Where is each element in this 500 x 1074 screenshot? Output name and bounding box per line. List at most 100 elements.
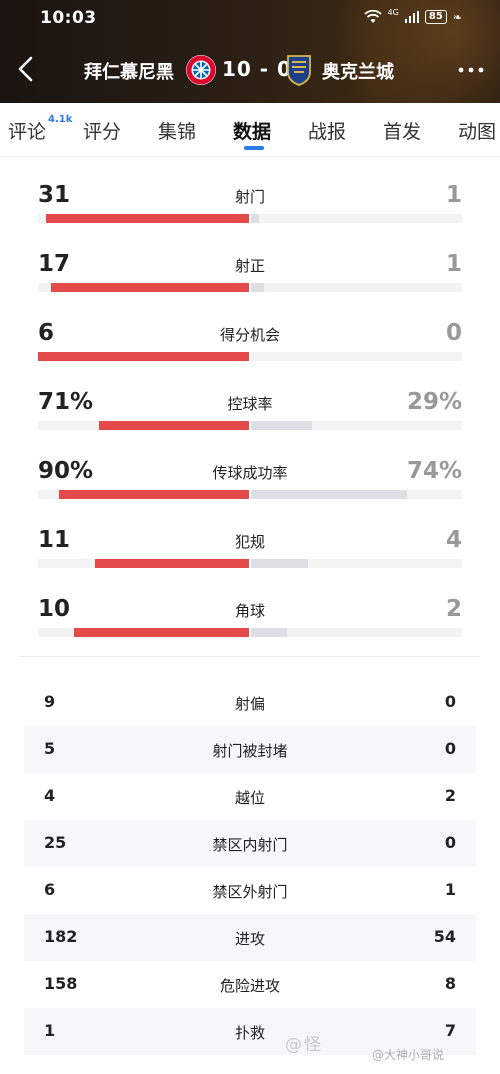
away-bar-track [251,559,462,568]
home-value: 6 [44,880,56,899]
home-bar [46,214,249,223]
away-bar-track [251,352,462,361]
stat-row-shots: 31 射门 1 [0,182,500,248]
stat-label: 射偏 [234,695,265,713]
status-bar: 10:03 4G 85 ❧ [0,0,500,38]
stat-label: 危险进攻 [219,977,280,995]
stat-row-pass-accuracy: 90% 传球成功率 74% [0,458,500,524]
stat-label: 进攻 [234,930,265,948]
home-team-name: 拜仁慕尼黑 [84,62,174,83]
tab-lineups[interactable]: 首发 [383,117,421,144]
stat-label: 越位 [234,789,265,807]
home-bar [73,628,249,637]
stat-label: 禁区内射门 [212,836,288,854]
stat-row-fouls: 11 犯规 4 [0,527,500,593]
home-value: 6 [38,320,55,346]
away-value: 2 [445,596,462,622]
away-bar-track [251,214,462,223]
away-value: 0 [445,320,462,346]
home-value: 182 [44,927,78,946]
home-value: 10 [38,596,71,622]
home-value: 31 [38,182,71,208]
match-score: 10 - 0 [222,57,292,81]
away-bar [251,628,287,637]
section-divider [20,656,480,657]
away-value: 54 [433,927,456,946]
stat-label: 传球成功率 [212,464,288,482]
away-bar [251,559,308,568]
tab-comments[interactable]: 评论 4.1k [8,114,72,144]
network-label: 4G [387,7,399,17]
home-value: 5 [44,739,56,758]
away-value: 2 [444,786,456,805]
stat-row-shots-on-target: 17 射正 1 [0,251,500,317]
auckland-city-logo-icon [287,55,311,86]
match-bar: 拜仁慕尼黑 10 - 0 奥克兰城 [0,48,500,92]
home-value: 11 [38,527,71,553]
away-team-name: 奥克兰城 [322,62,394,83]
tab-gifs[interactable]: 动图 [458,117,496,144]
stat-row-shots-outside-box: 6 禁区外射门 1 [24,867,476,914]
status-icons: 4G 85 ❧ [363,7,462,24]
away-bar-track [251,421,462,430]
stat-row-attacks: 182 进攻 54 [24,914,476,961]
tab-gifs-label: 动图 [458,121,497,143]
stat-label: 控球率 [227,395,273,413]
home-bar [59,490,249,499]
away-value: 0 [444,833,456,852]
stat-row-dangerous-attacks: 158 危险进攻 8 [24,961,476,1008]
stat-row-corners: 10 角球 2 [0,596,500,662]
home-bar [38,352,249,361]
away-bar [251,421,313,430]
back-arrow-icon[interactable] [14,54,38,84]
away-bar [251,214,260,223]
leaf-icon: ❧ [452,10,462,24]
home-bar-track [38,421,249,430]
tab-ratings-label: 评分 [83,121,122,143]
home-bar [94,559,249,568]
home-bar-track [38,628,249,637]
away-bar-track [251,490,462,499]
stat-label: 角球 [234,602,265,620]
tab-stats-label: 数据 [233,121,272,143]
away-value: 1 [445,182,462,208]
away-value: 1 [444,880,456,899]
tab-ratings[interactable]: 评分 [83,117,121,144]
status-time: 10:03 [40,8,97,28]
stat-label: 得分机会 [219,326,280,344]
away-bar-track [251,283,462,292]
tab-highlights[interactable]: 集锦 [158,117,196,144]
comments-count-badge: 4.1k [48,114,73,125]
tab-comments-label: 评论 [8,121,47,143]
away-bar [251,490,408,499]
home-bar-track [38,214,249,223]
away-value: 7 [444,1021,456,1040]
stat-row-shots-inside-box: 25 禁区内射门 0 [24,820,476,867]
away-value: 74% [406,458,462,484]
tab-report-label: 战报 [308,121,347,143]
home-value: 4 [44,786,56,805]
wifi-icon [363,10,382,23]
home-bar-track [38,283,249,292]
battery-icon: 85 [424,10,447,24]
home-value: 25 [44,833,67,852]
tab-report[interactable]: 战报 [308,117,346,144]
home-value: 71% [38,389,94,415]
tab-stats[interactable]: 数据 [233,117,271,144]
away-bar-track [251,628,462,637]
stat-row-chances: 6 得分机会 0 [0,320,500,386]
away-value: 4 [445,527,462,553]
away-value: 1 [445,251,462,277]
stat-row-blocked-shots: 5 射门被封堵 0 [24,726,476,773]
away-value: 29% [406,389,462,415]
watermark-author: @大神小哥说 [372,1048,445,1062]
home-bar-track [38,352,249,361]
stat-row-shots-off-target: 9 射偏 0 [24,679,476,726]
home-value: 9 [44,692,56,711]
away-value: 8 [444,974,456,993]
home-value: 158 [44,974,78,993]
more-options-icon[interactable] [456,60,486,80]
match-header: 10:03 4G 85 ❧ 拜仁慕尼黑 10 - 0 奥克兰城 [0,0,500,103]
stat-label: 射门 [234,188,265,206]
home-bar-track [38,490,249,499]
